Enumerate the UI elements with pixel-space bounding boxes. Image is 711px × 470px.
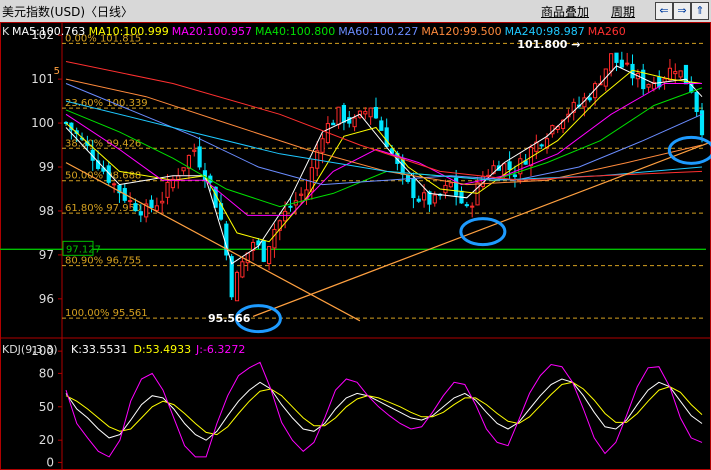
candle-down	[149, 199, 154, 209]
candle-up	[609, 53, 614, 72]
candle-down	[261, 240, 266, 262]
legend-ma260: MA260	[588, 25, 626, 38]
candle-up	[181, 167, 186, 172]
kdj-legend-k: K:33.5531	[71, 343, 127, 356]
candle-up	[165, 181, 170, 198]
candle-up	[160, 200, 165, 204]
candle-down	[539, 144, 544, 147]
candle-down	[464, 204, 469, 207]
candle-up	[662, 78, 667, 83]
candle-up	[240, 261, 245, 278]
candle-up	[421, 192, 427, 201]
candle-up	[368, 107, 373, 118]
candle-down	[133, 203, 138, 212]
candle-up	[299, 193, 304, 196]
legend-ma40: MA40:100.800	[255, 25, 335, 38]
candle-up	[336, 106, 341, 126]
high-annotation: 101.800 →	[517, 38, 580, 51]
ma5-line	[65, 65, 703, 265]
price-tick-label: 101	[31, 72, 54, 86]
kdj-j-line	[65, 361, 703, 458]
candle-up	[432, 194, 437, 204]
candle-up	[625, 62, 630, 65]
period-button[interactable]: 周期	[611, 3, 635, 20]
up-arrow-icon[interactable]: ⇑	[691, 2, 709, 20]
candle-down	[694, 91, 699, 112]
candle-up	[646, 83, 651, 88]
candle-up	[112, 183, 117, 186]
fib-level-label: 80.90% 96.755	[65, 256, 141, 267]
candle-up	[678, 70, 683, 78]
candle-up	[283, 210, 288, 222]
candle-down	[587, 97, 592, 101]
chart-frame	[0, 22, 711, 470]
candle-down	[288, 205, 293, 208]
ma20-line	[65, 83, 702, 216]
candle-up	[154, 205, 159, 211]
candle-down	[138, 211, 143, 216]
kdj-tick-label: 0	[46, 455, 54, 469]
kdj-legend-j: J:-6.3272	[195, 343, 245, 356]
candle-down	[331, 122, 336, 126]
highlight-circle	[459, 217, 507, 247]
legend-prefix: K	[2, 25, 10, 38]
left-marker: 5	[54, 66, 60, 77]
kdj-tick-label: 80	[39, 366, 54, 380]
chart-area: 969798991001011025 0.00% 101.81523.60% 1…	[0, 22, 711, 470]
candle-down	[619, 59, 624, 68]
candle-down	[614, 52, 619, 63]
legend-ma20: MA20:100.957	[172, 25, 252, 38]
price-tick-label: 97	[39, 248, 54, 262]
candle-down	[411, 178, 416, 199]
candle-up	[234, 271, 240, 302]
title-bar: 美元指数(USD)〈日线〉 商品叠加 周期 ⇐ ⇒ ⇑	[0, 0, 711, 23]
candle-down	[384, 127, 389, 147]
price-tick-label: 100	[31, 116, 54, 130]
price-tick-label: 96	[39, 292, 54, 306]
candle-up	[673, 71, 678, 75]
candle-down	[657, 76, 662, 88]
candle-up	[272, 228, 277, 249]
support-label: 97.127	[66, 244, 101, 255]
candle-down	[341, 104, 347, 123]
kdj-legend-name: KDJ(9,3,3)	[2, 343, 58, 356]
legend-ma120: MA120:99.500	[421, 25, 501, 38]
price-tick-label: 99	[39, 160, 54, 174]
ma120-line	[65, 78, 703, 186]
legend-ma5: MA5:100.763	[12, 25, 85, 38]
fib-level-label: 100.00% 95.561	[65, 308, 148, 319]
candle-down	[197, 146, 202, 168]
ma60-line	[65, 83, 703, 186]
ma240-line	[65, 100, 703, 181]
legend-ma10: MA10:100.999	[89, 25, 169, 38]
candle-up	[667, 67, 673, 81]
candle-up	[352, 117, 357, 128]
candle-down	[507, 161, 512, 171]
candle-up	[470, 205, 475, 208]
candle-up	[363, 111, 368, 115]
candle-down	[373, 107, 379, 119]
price-tick-label: 98	[39, 204, 54, 218]
left-arrow-icon[interactable]: ⇐	[655, 2, 673, 20]
candle-down	[416, 198, 421, 202]
ma40-line	[65, 87, 703, 208]
candle-up	[448, 182, 453, 188]
kdj-tick-label: 20	[39, 433, 54, 447]
candle-up	[267, 246, 272, 265]
low-annotation: 95.566	[208, 312, 251, 325]
legend-ma240: MA240:98.987	[505, 25, 585, 38]
candle-up	[192, 149, 197, 152]
right-arrow-icon[interactable]: ⇒	[673, 2, 691, 20]
overlay-button[interactable]: 商品叠加	[541, 3, 589, 20]
candle-up	[320, 138, 325, 153]
legend-ma60: MA60:100.227	[338, 25, 418, 38]
candle-down	[379, 120, 384, 131]
kdj-legend-d: D:53.4933	[134, 343, 192, 356]
candle-down	[512, 174, 518, 178]
candle-up	[128, 200, 133, 203]
candle-up	[502, 163, 507, 176]
kdj-tick-label: 50	[39, 400, 54, 414]
instrument-title: 美元指数(USD)〈日线〉	[2, 5, 134, 19]
